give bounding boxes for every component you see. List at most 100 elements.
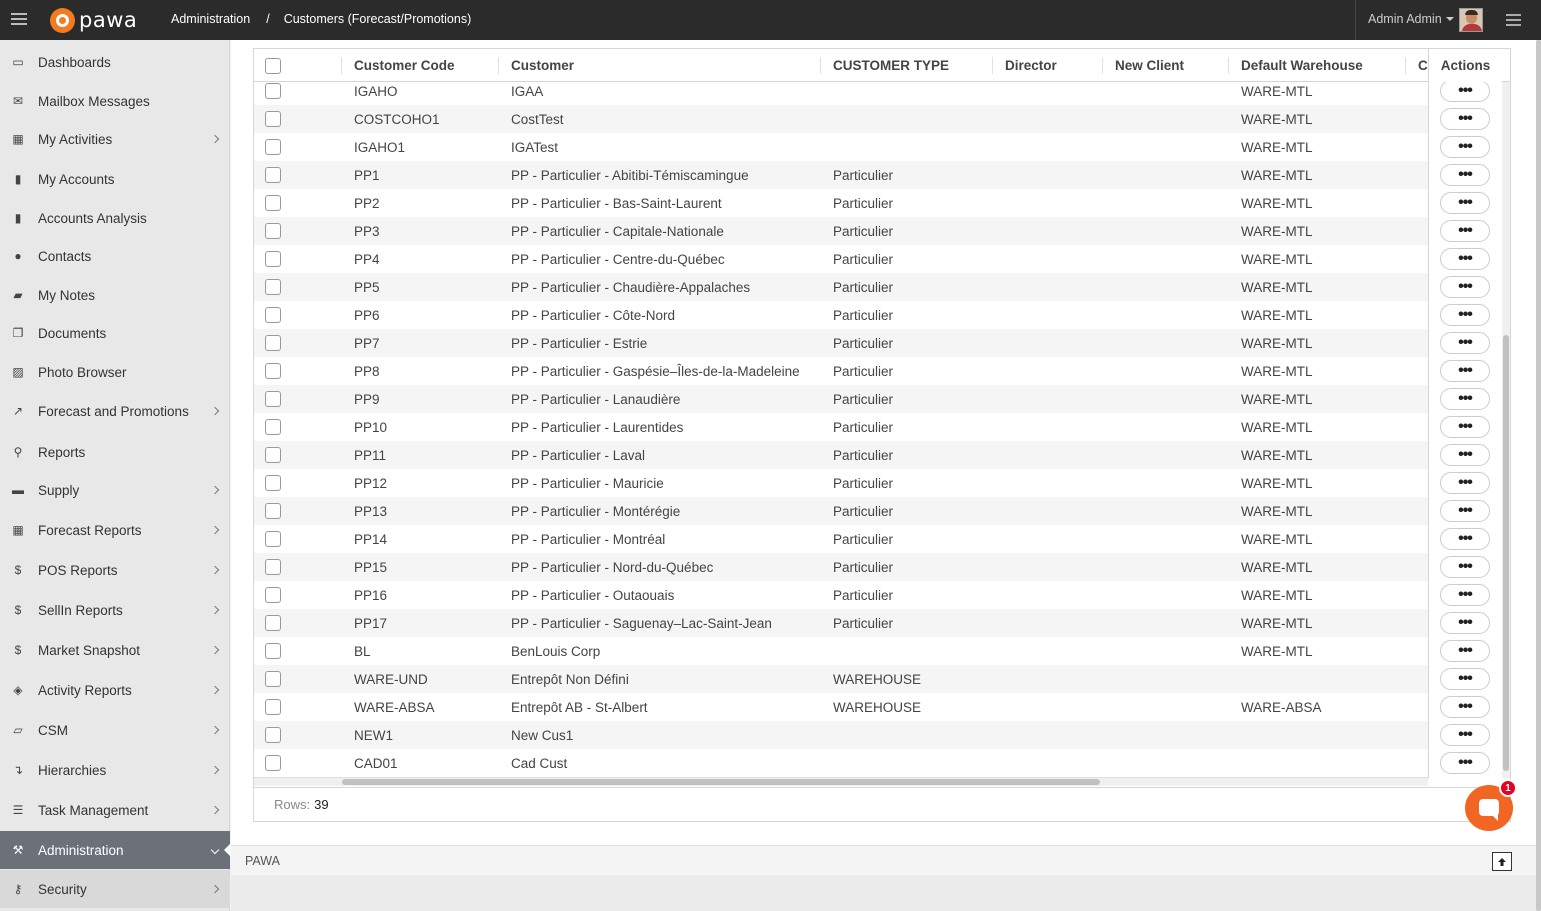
- row-checkbox[interactable]: [265, 223, 281, 239]
- sidebar-item-reports[interactable]: ⚲ Reports: [0, 433, 230, 471]
- row-actions-button[interactable]: •••: [1440, 528, 1490, 550]
- row-checkbox[interactable]: [265, 559, 281, 575]
- breadcrumb-item-administration[interactable]: Administration: [171, 12, 250, 26]
- sidebar-toggle-icon[interactable]: [11, 13, 27, 25]
- row-actions-button[interactable]: •••: [1440, 416, 1490, 438]
- sidebar-item-activity-reports[interactable]: ◈ Activity Reports: [0, 671, 230, 709]
- row-checkbox[interactable]: [265, 699, 281, 715]
- avatar[interactable]: [1459, 8, 1483, 32]
- row-actions-button[interactable]: •••: [1440, 82, 1490, 102]
- column-header-customer-code[interactable]: Customer Code: [354, 49, 455, 82]
- row-checkbox[interactable]: [265, 419, 281, 435]
- table-row[interactable]: PP15 PP - Particulier - Nord-du-Québec Par…: [254, 553, 1428, 581]
- row-checkbox[interactable]: [265, 503, 281, 519]
- column-header-default-warehouse[interactable]: Default Warehouse: [1241, 49, 1363, 82]
- row-checkbox[interactable]: [265, 111, 281, 127]
- row-actions-button[interactable]: •••: [1440, 612, 1490, 634]
- right-menu-icon[interactable]: [1506, 14, 1521, 29]
- column-header-customer-type[interactable]: CUSTOMER TYPE: [833, 49, 949, 82]
- row-checkbox[interactable]: [265, 755, 281, 771]
- table-row[interactable]: CAD01 Cad Cust: [254, 749, 1428, 777]
- sidebar-item-mailbox-messages[interactable]: ✉ Mailbox Messages: [0, 82, 230, 120]
- table-row[interactable]: PP14 PP - Particulier - Montréal Particuli…: [254, 525, 1428, 553]
- table-row[interactable]: PP5 PP - Particulier - Chaudière-Appalach…: [254, 273, 1428, 301]
- row-checkbox[interactable]: [265, 475, 281, 491]
- sidebar-item-accounts-analysis[interactable]: ▮ Accounts Analysis: [0, 199, 230, 237]
- table-row[interactable]: PP17 PP - Particulier - Saguenay–Lac-Sain…: [254, 609, 1428, 637]
- row-actions-button[interactable]: •••: [1440, 444, 1490, 466]
- row-actions-button[interactable]: •••: [1440, 556, 1490, 578]
- page-scrollbar[interactable]: [1536, 40, 1541, 911]
- row-actions-button[interactable]: •••: [1440, 360, 1490, 382]
- row-actions-button[interactable]: •••: [1440, 136, 1490, 158]
- table-row[interactable]: PP10 PP - Particulier - Laurentides Partic…: [254, 413, 1428, 441]
- row-checkbox[interactable]: [265, 447, 281, 463]
- table-row[interactable]: PP3 PP - Particulier - Capitale-Nationale…: [254, 217, 1428, 245]
- row-actions-button[interactable]: •••: [1440, 304, 1490, 326]
- table-row[interactable]: PP1 PP - Particulier - Abitibi-Témiscamin…: [254, 161, 1428, 189]
- app-logo[interactable]: pawa: [50, 7, 137, 33]
- sidebar-item-my-notes[interactable]: ▰ My Notes: [0, 276, 230, 314]
- sidebar-item-administration[interactable]: ⚒ Administration: [0, 831, 231, 869]
- row-checkbox[interactable]: [265, 671, 281, 687]
- table-row[interactable]: PP4 PP - Particulier - Centre-du-Québec Pa…: [254, 245, 1428, 273]
- table-row[interactable]: PP6 PP - Particulier - Côte-Nord Particuli…: [254, 301, 1428, 329]
- table-row[interactable]: PP2 PP - Particulier - Bas-Saint-Laurent P…: [254, 189, 1428, 217]
- table-row[interactable]: BL BenLouis Corp WARE-MTL: [254, 637, 1428, 665]
- row-actions-button[interactable]: •••: [1440, 248, 1490, 270]
- row-actions-button[interactable]: •••: [1440, 668, 1490, 690]
- row-checkbox[interactable]: [265, 531, 281, 547]
- sidebar-item-contacts[interactable]: ● Contacts: [0, 237, 230, 275]
- row-checkbox[interactable]: [265, 139, 281, 155]
- row-actions-button[interactable]: •••: [1440, 332, 1490, 354]
- row-checkbox[interactable]: [265, 643, 281, 659]
- row-checkbox[interactable]: [265, 195, 281, 211]
- row-checkbox[interactable]: [265, 251, 281, 267]
- sidebar-item-sellin-reports[interactable]: $ SellIn Reports: [0, 591, 230, 629]
- sidebar-item-forecast-reports[interactable]: ▦ Forecast Reports: [0, 511, 230, 549]
- table-row[interactable]: NEW1 New Cus1: [254, 721, 1428, 749]
- row-actions-button[interactable]: •••: [1440, 752, 1490, 774]
- table-row[interactable]: WARE-UND Entrepôt Non Défini WAREHOUSE: [254, 665, 1428, 693]
- sidebar-item-photo-browser[interactable]: ▨ Photo Browser: [0, 353, 230, 391]
- table-row[interactable]: PP16 PP - Particulier - Outaouais Particul…: [254, 581, 1428, 609]
- sidebar-item-pos-reports[interactable]: $ POS Reports: [0, 551, 230, 589]
- row-checkbox[interactable]: [265, 615, 281, 631]
- grid-horizontal-scrollbar[interactable]: [254, 777, 1428, 786]
- row-actions-button[interactable]: •••: [1440, 584, 1490, 606]
- sidebar-item-hierarchies[interactable]: ↴ Hierarchies: [0, 751, 230, 789]
- row-actions-button[interactable]: •••: [1440, 724, 1490, 746]
- row-actions-button[interactable]: •••: [1440, 640, 1490, 662]
- row-actions-button[interactable]: •••: [1440, 500, 1490, 522]
- sidebar-item-dashboards[interactable]: ▭ Dashboards: [0, 43, 230, 81]
- column-header-new-client[interactable]: New Client: [1115, 49, 1184, 82]
- table-row[interactable]: IGAHO1 IGATest WARE-MTL: [254, 133, 1428, 161]
- column-header-truncated[interactable]: C: [1418, 49, 1428, 82]
- chat-launcher-button[interactable]: 1: [1465, 779, 1517, 831]
- row-checkbox[interactable]: [265, 335, 281, 351]
- row-actions-button[interactable]: •••: [1440, 108, 1490, 130]
- table-row[interactable]: PP12 PP - Particulier - Mauricie Particuli…: [254, 469, 1428, 497]
- select-all-checkbox[interactable]: [265, 57, 281, 74]
- row-actions-button[interactable]: •••: [1440, 220, 1490, 242]
- table-row[interactable]: PP7 PP - Particulier - Estrie Particulier W…: [254, 329, 1428, 357]
- sidebar-item-documents[interactable]: ❐ Documents: [0, 314, 230, 352]
- sidebar-item-supply[interactable]: ▬ Supply: [0, 471, 230, 509]
- row-actions-button[interactable]: •••: [1440, 472, 1490, 494]
- scroll-to-top-button[interactable]: [1492, 852, 1512, 871]
- table-row[interactable]: WARE-ABSA Entrepôt AB - St-Albert WAREHOUS…: [254, 693, 1428, 721]
- row-checkbox[interactable]: [265, 307, 281, 323]
- sidebar-item-csm[interactable]: ▱ CSM: [0, 711, 230, 749]
- grid-vertical-scrollbar[interactable]: [1502, 82, 1510, 778]
- row-checkbox[interactable]: [265, 279, 281, 295]
- column-header-director[interactable]: Director: [1005, 49, 1057, 82]
- sidebar-item-my-accounts[interactable]: ▮ My Accounts: [0, 160, 230, 198]
- row-actions-button[interactable]: •••: [1440, 388, 1490, 410]
- table-row[interactable]: IGAHO IGAA WARE-MTL: [254, 82, 1428, 105]
- row-actions-button[interactable]: •••: [1440, 192, 1490, 214]
- table-row[interactable]: PP11 PP - Particulier - Laval Particulier W…: [254, 441, 1428, 469]
- user-menu[interactable]: Admin Admin: [1368, 12, 1454, 26]
- sidebar-item-security[interactable]: ⚷ Security: [0, 870, 230, 908]
- sidebar-item-forecast-and-promotions[interactable]: ↗ Forecast and Promotions: [0, 392, 230, 430]
- row-checkbox[interactable]: [265, 83, 281, 99]
